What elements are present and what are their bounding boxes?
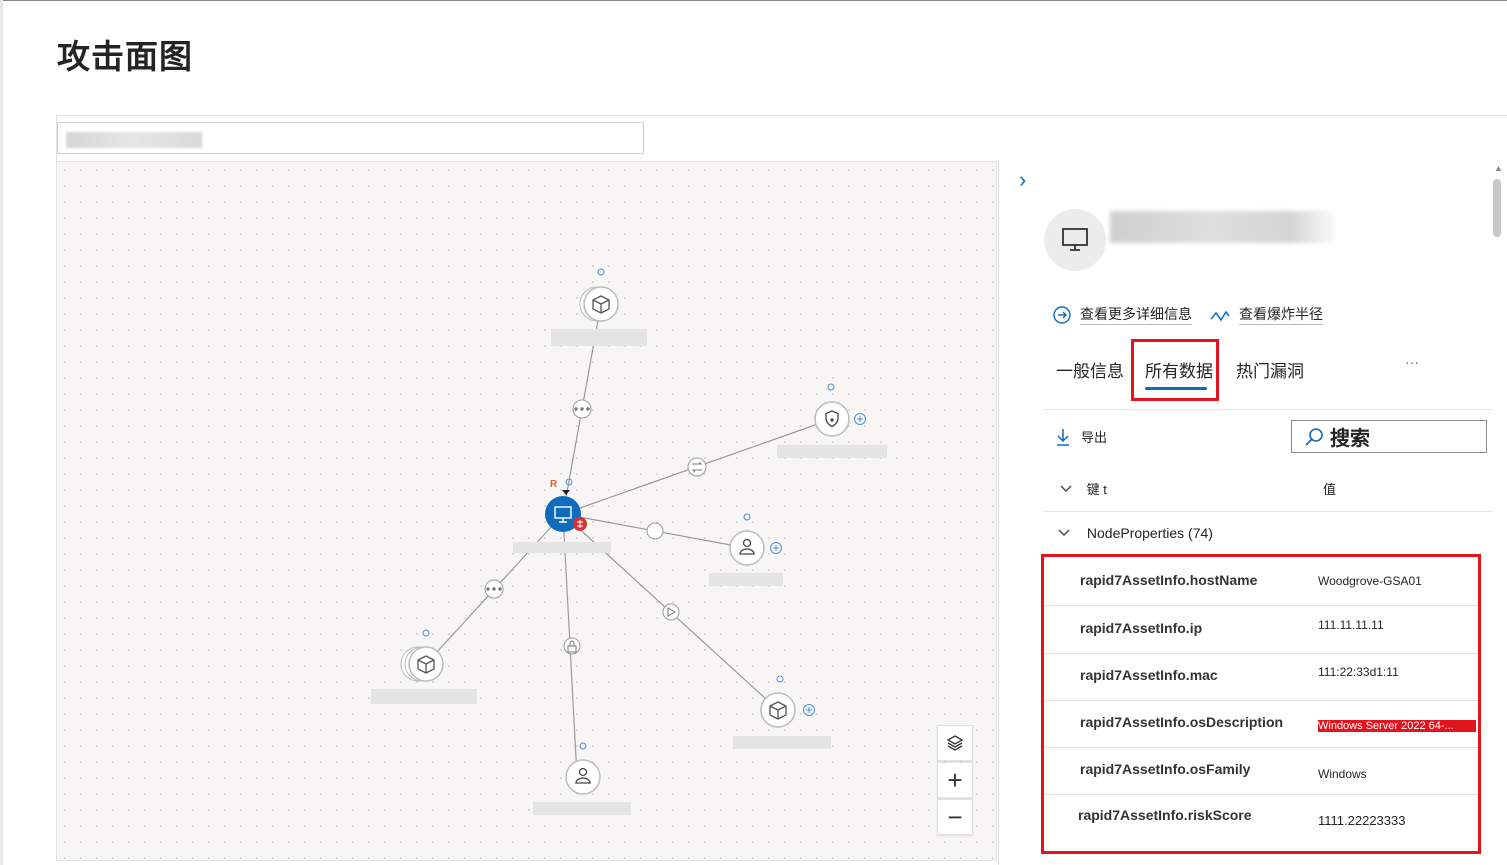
chevron-down-icon <box>1060 485 1072 492</box>
attack-surface-graph: R <box>371 268 887 815</box>
user-node[interactable] <box>709 513 783 586</box>
top-border <box>0 0 1507 1</box>
export-button[interactable]: 导出 <box>1055 427 1107 446</box>
page-title: 攻击面图 <box>57 38 193 75</box>
view-blast-label: 查看爆炸半径 <box>1239 304 1323 325</box>
cube-node[interactable] <box>371 629 477 704</box>
search-icon <box>1305 427 1323 446</box>
scrollbar[interactable] <box>1490 161 1504 865</box>
tab-highlight-box <box>1131 339 1219 401</box>
collapse-panel-icon[interactable]: › <box>1019 167 1026 193</box>
zoom-in-button[interactable]: + <box>937 762 973 798</box>
arrow-circle-icon <box>1053 305 1071 324</box>
chevron-down-icon <box>1058 529 1070 536</box>
graph-search-input[interactable] <box>57 122 644 154</box>
layers-icon <box>946 735 964 751</box>
download-icon <box>1057 428 1069 446</box>
edge-link-icon <box>646 522 664 540</box>
export-label: 导出 <box>1081 430 1108 445</box>
properties-highlight-box <box>1041 554 1481 854</box>
redacted-text <box>66 132 202 148</box>
blast-radius-icon <box>1210 310 1230 321</box>
properties-search-input[interactable]: 搜索 <box>1291 420 1487 453</box>
column-header-key[interactable]: 键 t <box>1059 479 1107 498</box>
redacted-device-name <box>1110 211 1335 243</box>
view-blast-link[interactable]: 查看爆炸半径 <box>1209 304 1323 325</box>
scroll-up-arrow[interactable]: ▲ <box>1494 163 1503 173</box>
shield-node[interactable] <box>777 383 887 458</box>
more-tabs-button[interactable]: ··· <box>1405 354 1419 370</box>
user-node[interactable] <box>533 742 631 815</box>
edge-sync-icon <box>687 457 707 477</box>
column-key-label: 键 t <box>1086 482 1107 497</box>
view-details-link[interactable]: 查看更多详细信息 <box>1052 304 1192 325</box>
view-details-label: 查看更多详细信息 <box>1080 304 1192 325</box>
tab-general[interactable]: 一般信息 <box>1056 357 1124 382</box>
details-panel: › 查看更多详细信息 查看爆炸半径 一般信息 所有数据 热门漏洞 ··· 导出 <box>998 161 1507 865</box>
layers-button[interactable] <box>937 725 973 761</box>
monitor-icon <box>1062 228 1088 251</box>
zoom-out-button[interactable]: − <box>937 799 973 835</box>
central-device-node[interactable]: R <box>513 478 611 553</box>
header-divider <box>1044 511 1492 512</box>
cube-node[interactable] <box>551 268 647 346</box>
group-label: NodeProperties (74) <box>1086 525 1213 541</box>
cube-node[interactable] <box>733 675 831 749</box>
node-properties-group[interactable]: NodeProperties (74) <box>1057 525 1213 541</box>
edge-play-icon <box>662 603 680 621</box>
graph-canvas[interactable]: R + − <box>56 161 997 861</box>
device-avatar <box>1044 209 1106 271</box>
left-border <box>0 0 3 865</box>
search-placeholder: 搜索 <box>1330 428 1370 450</box>
column-header-value: 值 <box>1323 482 1337 497</box>
scrollbar-thumb[interactable] <box>1493 179 1501 237</box>
tab-top-vulnerabilities[interactable]: 热门漏洞 <box>1236 357 1304 382</box>
svg-text:R: R <box>550 479 558 490</box>
tab-divider <box>1044 409 1492 410</box>
